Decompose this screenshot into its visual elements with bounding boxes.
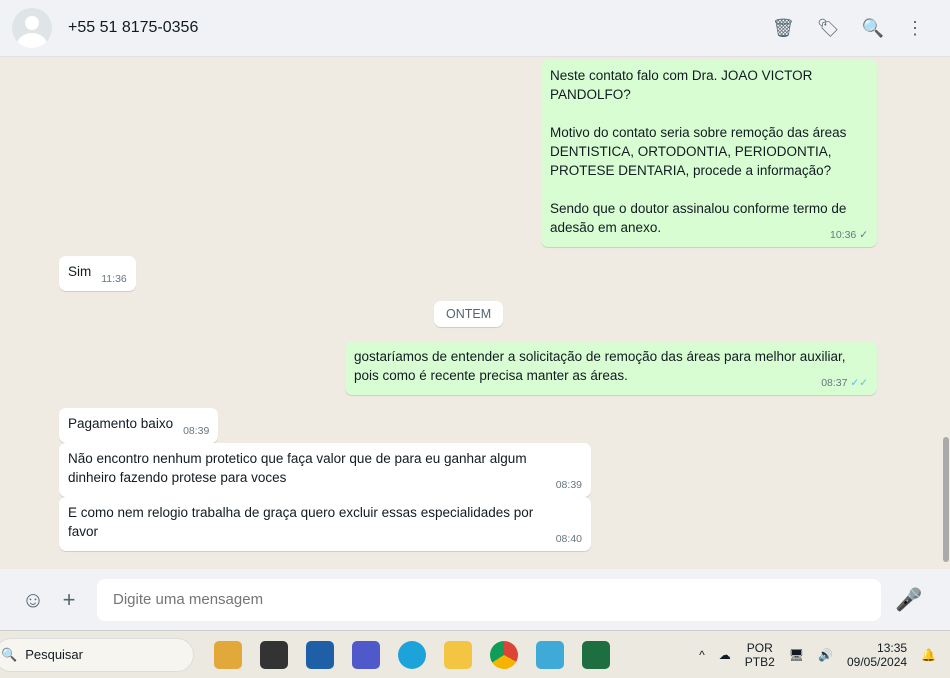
delete-icon[interactable]: 🗑 [772,18,795,39]
check-icon: ✓ [859,229,868,241]
language-code: POR [746,640,773,655]
volume-icon[interactable]: 🔊 [818,648,833,662]
scrollbar[interactable] [943,437,949,562]
double-check-icon: ✓✓ [850,377,868,389]
language-indicator[interactable]: POR PTB2 [745,641,775,669]
message-text: Pagamento baixo [68,416,174,431]
copilot-icon[interactable] [214,640,242,669]
clock[interactable]: 13:35 09/05/2024 [847,641,907,669]
message-time: 08:40 [555,533,582,545]
network-icon[interactable]: 🖥 [789,648,804,662]
search-icon[interactable]: 🔍 [862,18,884,39]
file-explorer-icon[interactable] [444,640,472,669]
edge-icon[interactable] [398,640,426,669]
keyboard-layout: PTB2 [744,654,775,669]
message-bubble: E como nem relogio trabalha de graça que… [59,497,591,551]
search-label: Pesquisar [25,647,83,662]
message-time: 10:36 [829,229,857,241]
composer: ☺ + 🎤 [0,569,950,630]
message-time: 08:37 [821,377,848,389]
notification-bell-icon[interactable]: 🔔 [921,648,936,662]
notepad-icon[interactable] [536,640,564,669]
avatar[interactable] [12,8,52,48]
clock-date: 09/05/2024 [846,654,908,669]
message-text: gostaríamos de entender a solicitação de… [354,349,846,383]
emoji-icon[interactable]: ☺ [15,587,51,613]
teams-icon[interactable] [352,640,380,669]
label-icon[interactable]: 🏷 [817,18,840,39]
message-time: 08:39 [555,479,582,491]
taskbar: 🔍 Pesquisar ^ ☁ POR PTB2 🖥 🔊 13:35 09/05/20… [0,630,950,678]
attach-plus-icon[interactable]: + [51,587,87,613]
chrome-icon[interactable] [490,640,518,669]
store-icon[interactable] [306,640,334,669]
taskview-icon[interactable] [260,640,288,669]
message-bubble: Neste contato falo com Dra. JOAO VICTOR … [541,60,877,247]
excel-icon[interactable] [582,640,610,669]
message-list: Neste contato falo com Dra. JOAO VICTOR … [0,57,950,569]
message-time: 11:36 [101,273,127,285]
message-bubble: Pagamento baixo 08:39 [59,408,219,443]
message-text: Não encontro nenhum protetico que faça v… [68,451,527,485]
date-divider: ONTEM [434,301,504,327]
taskbar-search[interactable]: 🔍 Pesquisar [0,637,194,672]
microphone-icon[interactable]: 🎤 [891,587,927,613]
contact-name[interactable]: +55 51 8175-0356 [68,19,198,37]
clock-time: 13:35 [877,640,908,655]
chevron-up-icon[interactable]: ^ [699,648,705,662]
chat-header: +55 51 8175-0356 🗑 🏷 🔍 ⋮ [0,0,950,57]
menu-icon[interactable]: ⋮ [906,18,924,39]
message-text: Sim [68,264,92,279]
message-input[interactable] [97,578,881,621]
message-text: Neste contato falo com Dra. JOAO VICTOR … [550,68,847,235]
network-off-icon[interactable]: ☁ [719,648,731,662]
message-time: 08:39 [183,425,210,437]
message-text: E como nem relogio trabalha de graça que… [68,505,534,539]
message-bubble: Sim 11:36 [59,256,136,291]
search-icon: 🔍 [1,646,18,662]
message-bubble: Não encontro nenhum protetico que faça v… [59,443,591,497]
message-bubble: gostaríamos de entender a solicitação de… [345,341,877,395]
